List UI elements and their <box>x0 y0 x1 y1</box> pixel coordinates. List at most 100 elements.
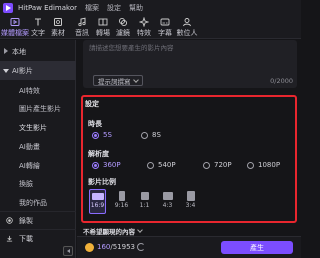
filter-icon <box>118 17 128 27</box>
ratio-option-label: 9:16 <box>114 202 129 209</box>
prompt-guide-label: 提示詞撰寫 <box>98 77 131 86</box>
sidebar-item-ai-animation[interactable]: AI動畫 <box>0 137 76 156</box>
resolution-option-1080p[interactable]: 1080P <box>247 161 280 169</box>
coin-icon <box>85 243 94 252</box>
main-toolbar: 媒體檔案 文字 素材 音訊 轉場 濾鏡 特效 字幕 數位人 <box>0 15 301 39</box>
chevron-down-icon <box>137 227 143 233</box>
audio-icon <box>78 17 86 27</box>
menu-help[interactable]: 幫助 <box>129 3 143 13</box>
radio-unchecked-icon <box>203 161 210 169</box>
prompt-placeholder: 請描述您想要產生的影片內容 <box>89 44 174 52</box>
tab-audio[interactable]: 音訊 <box>74 15 90 39</box>
chevron-down-icon <box>132 76 139 83</box>
radio-unchecked-icon <box>141 131 148 139</box>
avatar-icon <box>183 18 191 27</box>
resolution-option-label: 360P <box>103 161 121 169</box>
ratio-option-4-3[interactable]: 4:3 <box>159 189 176 214</box>
tab-media-label: 媒體檔案 <box>1 29 29 37</box>
negative-prompt-toggle[interactable]: 不希望顯現的內容 <box>83 226 143 236</box>
tab-filter[interactable]: 濾鏡 <box>115 15 131 39</box>
bottom-bar: 160/51953 產生 <box>77 236 301 258</box>
sidebar-item-text-to-video[interactable]: 文生影片 <box>0 118 76 137</box>
resolution-option-540p[interactable]: 540P <box>147 161 176 169</box>
tab-effects[interactable]: 特效 <box>136 15 152 39</box>
prompt-guide-button[interactable]: 提示詞撰寫 <box>93 75 143 86</box>
sidebar-item-download[interactable]: 下載 <box>0 229 76 247</box>
duration-label: 時長 <box>88 120 102 128</box>
title-bar: HitPaw Edimakor 檔案 設定 幫助 <box>0 0 301 15</box>
ratio-label: 影片比例 <box>88 178 116 186</box>
sidebar-item-ai-effects[interactable]: AI特效 <box>0 81 76 100</box>
sidebar-item-label: AI特效 <box>19 86 40 95</box>
sidebar-item-local-label: 本地 <box>12 47 26 56</box>
resolution-option-360p[interactable]: 360P <box>92 161 121 169</box>
radio-unchecked-icon <box>147 161 154 169</box>
credits-used: 160 <box>97 243 111 251</box>
sidebar-item-label: 換臉 <box>19 179 33 188</box>
resolution-option-720p[interactable]: 720P <box>203 161 232 169</box>
ratio-option-16-9[interactable]: 16:9 <box>89 189 106 214</box>
sidebar-item-record-label: 錄製 <box>19 216 33 225</box>
tab-filter-label: 濾鏡 <box>116 29 130 37</box>
generate-button[interactable]: 產生 <box>221 241 293 254</box>
tab-media[interactable]: 媒體檔案 <box>1 15 29 39</box>
credits-total: /51953 <box>110 243 136 251</box>
negative-prompt-label: 不希望顯現的內容 <box>83 228 135 236</box>
duration-option-label: 5S <box>103 131 112 139</box>
ratio-option-label: 3:4 <box>185 202 196 209</box>
char-counter: 0/2000 <box>270 77 293 85</box>
ratio-option-label: 1:1 <box>139 202 150 209</box>
effects-icon <box>139 17 149 27</box>
sidebar-item-my-works[interactable]: 我的作品 <box>0 193 76 212</box>
ratio-option-1-1[interactable]: 1:1 <box>136 189 153 214</box>
app-title: HitPaw Edimakor <box>18 3 77 12</box>
resolution-label: 解析度 <box>88 150 109 158</box>
tab-avatar[interactable]: 數位人 <box>176 15 198 39</box>
sidebar-item-local[interactable]: 本地 <box>0 42 76 61</box>
caret-down-icon <box>3 69 9 73</box>
sidebar-item-ai-redraw[interactable]: AI轉繪 <box>0 156 76 175</box>
prompt-textarea[interactable]: 請描述您想要產生的影片內容 提示詞撰寫 0/2000 <box>83 40 297 88</box>
sidebar-item-record[interactable]: 錄製 <box>0 211 76 229</box>
sidebar-item-label: AI動畫 <box>19 142 40 151</box>
tab-subtitle[interactable]: 字幕 <box>157 15 173 39</box>
sidebar-item-label: 我的作品 <box>19 198 47 207</box>
sidebar-item-ai-video[interactable]: AI影片 <box>0 61 76 80</box>
ratio-16-9-icon <box>91 193 104 200</box>
main-panel: 請描述您想要產生的影片內容 提示詞撰寫 0/2000 設定 時長 5S 8S 解… <box>77 40 301 258</box>
sidebar-item-image-to-video[interactable]: 圖片產生影片 <box>0 99 76 118</box>
tab-audio-label: 音訊 <box>75 29 89 37</box>
menu-settings[interactable]: 設定 <box>107 3 121 13</box>
credits-display: 160/51953 <box>97 243 135 251</box>
radio-unchecked-icon <box>247 161 254 169</box>
duration-option-8s[interactable]: 8S <box>141 131 161 139</box>
tab-transition[interactable]: 轉場 <box>95 15 111 39</box>
collapse-sidebar-icon[interactable] <box>63 246 73 256</box>
tab-subtitle-label: 字幕 <box>158 29 172 37</box>
ratio-option-3-4[interactable]: 3:4 <box>182 189 199 214</box>
resolution-option-label: 540P <box>158 161 176 169</box>
tab-material-label: 素材 <box>51 29 65 37</box>
tab-transition-label: 轉場 <box>96 29 110 37</box>
generate-button-label: 產生 <box>250 243 264 252</box>
ratio-3-4-icon <box>186 191 195 201</box>
sidebar-item-download-label: 下載 <box>19 234 33 243</box>
duration-option-5s[interactable]: 5S <box>92 131 112 139</box>
refresh-icon[interactable] <box>137 243 145 251</box>
resolution-option-label: 1080P <box>258 161 281 169</box>
sidebar-item-ai-video-label: AI影片 <box>12 66 33 75</box>
sidebar-item-face-swap[interactable]: 換臉 <box>0 174 76 193</box>
download-icon <box>6 235 13 242</box>
tab-material[interactable]: 素材 <box>50 15 66 39</box>
app-logo-icon <box>3 2 13 13</box>
material-icon <box>54 18 62 26</box>
settings-title: 設定 <box>85 100 99 108</box>
tab-text-label: 文字 <box>31 29 45 37</box>
ratio-option-9-16[interactable]: 9:16 <box>113 189 130 214</box>
text-icon <box>35 18 41 26</box>
settings-panel: 設定 時長 5S 8S 解析度 360P 540P 720P 1080P 影片比… <box>81 95 297 223</box>
ratio-4-3-icon <box>162 192 173 200</box>
menu-file[interactable]: 檔案 <box>85 3 99 13</box>
tab-text[interactable]: 文字 <box>30 15 46 39</box>
radio-checked-icon <box>92 161 99 169</box>
